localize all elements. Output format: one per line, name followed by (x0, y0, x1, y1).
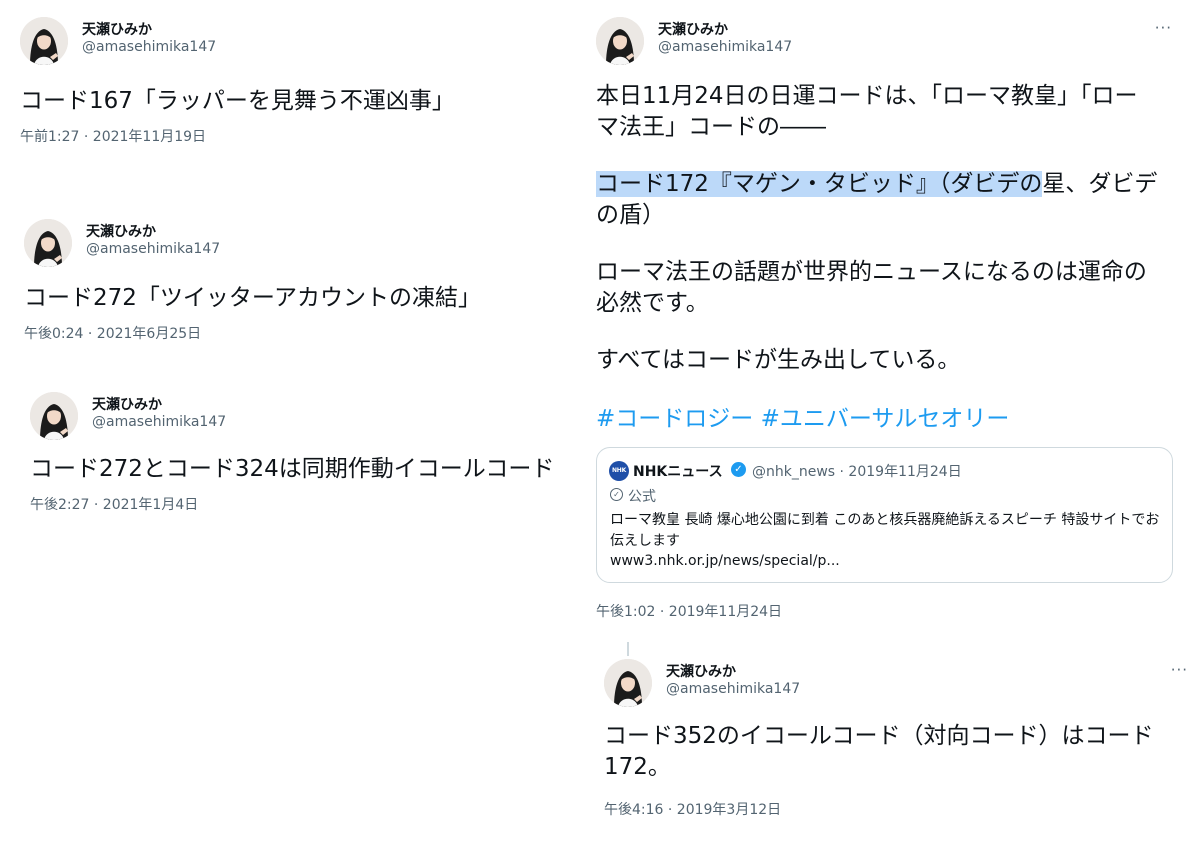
thread-connector (627, 642, 629, 656)
main-tweet-line-2: マ法王」コードの―― (596, 114, 826, 140)
user-name[interactable]: 天瀬ひみか (666, 661, 736, 681)
main-tweet-line-4: の盾） (596, 202, 665, 228)
main-tweet-line-3-rest: 星、ダビデ (1042, 171, 1158, 197)
verified-badge-icon: ✓ (731, 462, 746, 477)
user-handle[interactable]: @amasehimika147 (86, 241, 220, 257)
user-handle[interactable]: @amasehimika147 (658, 39, 792, 55)
main-tweet-line-7: すべてはコードが生み出している。 (596, 347, 961, 373)
avatar[interactable] (30, 392, 78, 440)
user-name[interactable]: 天瀬ひみか (92, 394, 162, 414)
quoted-tweet-card[interactable]: NHK NEWS NHKニュース ✓ @nhk_news · 2019年11月2… (596, 447, 1173, 583)
main-tweet-line-3: コード172『マゲン・タビッド』（ダビデの星、ダビデ (596, 169, 1157, 200)
quoted-text: ローマ教皇 長崎 爆心地公園に到着 このあと核兵器廃絶訴えるスピーチ 特設サイト… (610, 512, 1160, 549)
tweet-2[interactable]: 天瀬ひみか @amasehimika147 コード272「ツイッターアカウントの… (24, 219, 481, 343)
highlighted-text: コード172『マゲン・タビッド』（ダビデの (596, 171, 1043, 197)
official-check-icon: ✓ (610, 488, 623, 501)
more-options-icon[interactable]: ··· (1171, 661, 1188, 679)
tweet-timestamp[interactable]: 午前1:27 · 2021年11月19日 (20, 126, 455, 146)
reply-tweet-timestamp[interactable]: 午後4:16 · 2019年3月12日 (604, 799, 781, 819)
reply-tweet[interactable]: 天瀬ひみか @amasehimika147 ··· (604, 659, 1187, 711)
avatar[interactable] (20, 17, 68, 65)
hashtags: #コードロジー #ユニバーサルセオリー (596, 404, 1009, 435)
quoted-user-name[interactable]: NHKニュース (633, 461, 723, 481)
user-name[interactable]: 天瀬ひみか (86, 221, 156, 241)
hashtag-codelogy[interactable]: #コードロジー (596, 406, 753, 432)
user-handle[interactable]: @amasehimika147 (92, 414, 226, 430)
main-tweet[interactable]: 天瀬ひみか @amasehimika147 ··· (596, 17, 1176, 69)
tweet-text: コード272とコード324は同期作動イコールコード (30, 456, 555, 482)
tweet-timestamp[interactable]: 午後0:24 · 2021年6月25日 (24, 323, 481, 343)
more-options-icon[interactable]: ··· (1155, 19, 1172, 37)
user-name[interactable]: 天瀬ひみか (82, 19, 152, 39)
reply-tweet-line-2: 172。 (604, 754, 671, 780)
reply-tweet-line-1: コード352のイコールコード（対向コード）はコード (604, 723, 1154, 749)
user-handle[interactable]: @amasehimika147 (666, 681, 800, 697)
tweet-text: コード167「ラッパーを見舞う不運凶事」 (20, 88, 455, 114)
avatar[interactable] (604, 659, 652, 707)
avatar[interactable] (596, 17, 644, 65)
main-tweet-line-1: 本日11月24日の日運コードは、「ローマ教皇」「ロー (596, 83, 1138, 109)
user-handle[interactable]: @amasehimika147 (82, 39, 216, 55)
main-tweet-timestamp[interactable]: 午後1:02 · 2019年11月24日 (596, 601, 782, 621)
nhk-logo[interactable]: NHK NEWS (609, 461, 629, 494)
avatar[interactable] (24, 219, 72, 267)
tweet-text: コード272「ツイッターアカウントの凍結」 (24, 285, 481, 311)
quoted-handle-date[interactable]: @nhk_news · 2019年11月24日 (752, 461, 962, 481)
main-tweet-line-5: ローマ法王の話題が世界的ニュースになるのは運命の (596, 259, 1147, 285)
tweet-1[interactable]: 天瀬ひみか @amasehimika147 コード167「ラッパーを見舞う不運凶… (20, 17, 455, 146)
quoted-link[interactable]: www3.nhk.or.jp/news/special/p... (610, 553, 840, 569)
user-name[interactable]: 天瀬ひみか (658, 19, 728, 39)
tweet-timestamp[interactable]: 午後2:27 · 2021年1月4日 (30, 494, 554, 514)
hashtag-universal-theory[interactable]: #ユニバーサルセオリー (761, 406, 1010, 432)
official-label: 公式 (628, 489, 656, 505)
tweet-3[interactable]: 天瀬ひみか @amasehimika147 コード272とコード324は同期作動… (30, 392, 554, 514)
main-tweet-line-6: 必然です。 (596, 290, 709, 316)
